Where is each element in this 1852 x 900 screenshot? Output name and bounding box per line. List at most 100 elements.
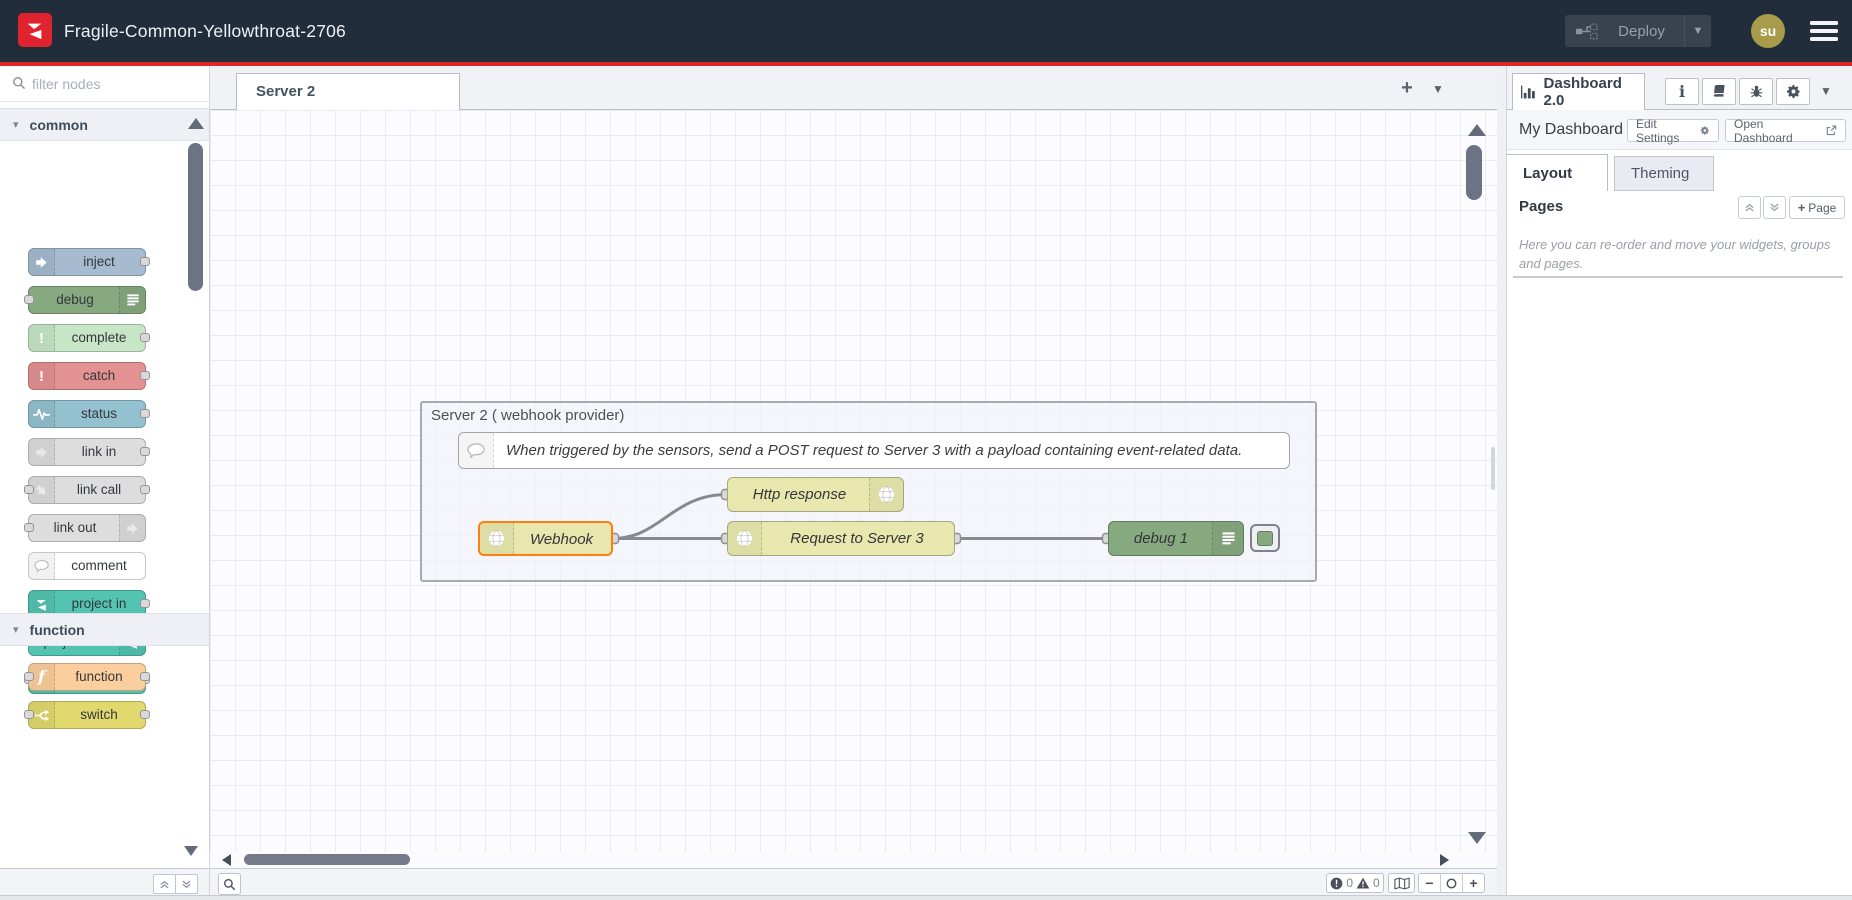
tab-layout[interactable]: Layout	[1507, 154, 1608, 191]
external-link-icon	[1826, 125, 1837, 136]
debug-toggle-button[interactable]	[1250, 524, 1280, 552]
palette-node-function[interactable]: f function	[28, 663, 146, 691]
node-label: link call	[55, 477, 143, 503]
scroll-down-arrow-icon[interactable]	[184, 846, 198, 856]
tab-debug-button[interactable]	[1739, 78, 1773, 105]
tab-theming[interactable]: Theming	[1614, 156, 1714, 191]
minimap-button[interactable]	[1388, 873, 1415, 893]
comment-bubble-icon	[459, 433, 494, 468]
move-up-button[interactable]	[1738, 196, 1761, 219]
comment-node[interactable]: When triggered by the sensors, send a PO…	[458, 432, 1290, 469]
zoom-reset-button[interactable]	[1440, 874, 1462, 892]
error-icon	[1330, 877, 1343, 890]
sidebar-resize-handle[interactable]	[1491, 447, 1495, 490]
canvas-horizontal-scrollbar-thumb[interactable]	[244, 854, 410, 865]
sidebar-tabrow: Dashboard 2.0 i ▼	[1507, 66, 1852, 110]
palette-scrollbar-thumb[interactable]	[188, 143, 203, 291]
expand-all-button[interactable]	[175, 874, 198, 894]
add-page-button[interactable]: + Page	[1789, 196, 1845, 219]
globe-icon	[869, 478, 903, 511]
globe-icon	[728, 522, 762, 555]
category-label: common	[30, 117, 88, 133]
node-request-to-server-3[interactable]: Request to Server 3	[727, 521, 955, 556]
palette-node-link-in[interactable]: link in	[28, 438, 146, 466]
node-port	[140, 409, 150, 418]
sidebar-splitter[interactable]	[1497, 66, 1507, 900]
scroll-up-arrow-icon[interactable]	[188, 118, 204, 129]
palette-node-inject[interactable]: inject	[28, 248, 146, 276]
node-label: comment	[55, 553, 143, 579]
circle-icon	[1446, 878, 1457, 889]
tab-server-2[interactable]: Server 2	[236, 73, 460, 110]
canvas-vertical-scrollbar-thumb[interactable]	[1466, 145, 1482, 200]
bottom-edge	[0, 895, 1852, 900]
node-webhook-selected[interactable]: Webhook	[478, 521, 613, 556]
button-label: Page	[1808, 201, 1836, 215]
scroll-down-arrow-icon[interactable]	[1468, 832, 1486, 844]
collapse-all-button[interactable]	[153, 874, 176, 894]
edit-settings-button[interactable]: Edit Settings	[1627, 119, 1719, 142]
scroll-right-arrow-icon[interactable]	[1440, 854, 1449, 866]
scroll-up-arrow-icon[interactable]	[1468, 124, 1486, 136]
palette-node-comment[interactable]: comment	[28, 552, 146, 580]
palette-node-complete[interactable]: ! complete	[28, 324, 146, 352]
book-icon	[1712, 84, 1727, 99]
node-port	[140, 672, 150, 681]
chevron-down-icon: ▾	[13, 623, 19, 636]
flow-canvas[interactable]: Server 2 ( webhook provider) When trigge…	[210, 110, 1497, 852]
flow-list-button[interactable]: ▼	[1432, 82, 1444, 96]
debug-list-icon	[1212, 522, 1243, 555]
deploy-button[interactable]: Deploy ▼	[1565, 15, 1711, 47]
double-chevron-down-icon	[181, 879, 192, 890]
tab-config-button[interactable]	[1776, 78, 1810, 105]
category-label: function	[30, 622, 85, 638]
search-icon	[223, 878, 236, 891]
node-debug-1[interactable]: debug 1	[1108, 521, 1244, 556]
tab-help-button[interactable]	[1702, 78, 1736, 105]
node-label: function	[55, 664, 143, 690]
node-label: Http response	[732, 478, 867, 511]
move-down-button[interactable]	[1763, 196, 1786, 219]
user-avatar[interactable]: su	[1751, 14, 1785, 48]
node-label: complete	[55, 325, 143, 351]
node-label: link in	[55, 439, 143, 465]
open-dashboard-button[interactable]: Open Dashboard	[1725, 119, 1846, 142]
palette: ▾ common inject debug ! complete ! catch…	[0, 102, 210, 868]
deploy-options-button[interactable]: ▼	[1684, 15, 1711, 47]
tab-dashboard-2[interactable]: Dashboard 2.0	[1512, 73, 1645, 110]
node-port	[140, 333, 150, 342]
chevron-down-icon: ▾	[13, 118, 19, 131]
filter-nodes-input[interactable]	[0, 66, 209, 101]
palette-node-status[interactable]: status	[28, 400, 146, 428]
zoom-out-button[interactable]: −	[1419, 874, 1440, 892]
canvas-horizontal-scrollbar	[210, 852, 1497, 868]
zoom-in-button[interactable]: +	[1462, 874, 1484, 892]
deploy-label: Deploy	[1599, 23, 1684, 40]
node-port	[24, 523, 34, 532]
palette-node-switch[interactable]: switch	[28, 701, 146, 729]
sidebar-menu-button[interactable]: ▼	[1820, 84, 1832, 98]
palette-node-link-call[interactable]: link call	[28, 476, 146, 504]
header: Fragile-Common-Yellowthroat-2706 Deploy …	[0, 0, 1852, 66]
search-flows-button[interactable]	[218, 873, 241, 895]
palette-node-catch[interactable]: ! catch	[28, 362, 146, 390]
node-http-response[interactable]: Http response	[727, 477, 904, 512]
palette-category-function[interactable]: ▾ function	[0, 613, 209, 646]
error-count: 0	[1346, 876, 1353, 890]
palette-category-common[interactable]: ▾ common	[0, 108, 209, 141]
node-port	[140, 371, 150, 380]
palette-node-debug[interactable]: debug	[28, 286, 146, 314]
node-label: status	[55, 401, 143, 427]
add-flow-button[interactable]: +	[1395, 76, 1419, 100]
tab-info-button[interactable]: i	[1665, 78, 1699, 105]
node-label: catch	[55, 363, 143, 389]
main-menu-button[interactable]	[1810, 21, 1838, 41]
error-warning-badge[interactable]: 0 0	[1326, 873, 1384, 893]
zoom-controls: − +	[1418, 873, 1485, 893]
node-port	[140, 485, 150, 494]
catch-exclamation-icon: !	[29, 363, 55, 389]
palette-filter	[0, 66, 210, 102]
palette-node-link-out[interactable]: link out	[28, 514, 146, 542]
scroll-left-arrow-icon[interactable]	[222, 854, 231, 866]
page-title: Fragile-Common-Yellowthroat-2706	[64, 0, 346, 62]
